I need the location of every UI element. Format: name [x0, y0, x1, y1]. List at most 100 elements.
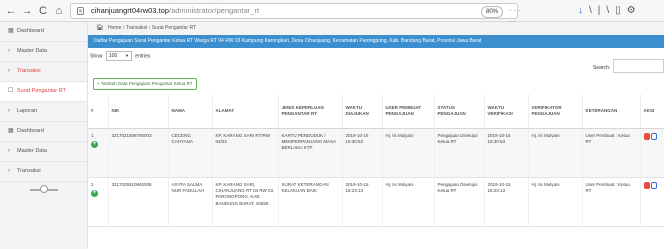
sidebar-item-label: Dashboard [17, 28, 44, 34]
column-header[interactable]: WAKTU DIAJUKAN [342, 94, 383, 129]
zoom-level[interactable]: 80% [481, 6, 504, 18]
print-icon[interactable] [650, 133, 657, 140]
row-number-cell: 1 + [88, 128, 109, 178]
url-domain: cihanjuangrt04rw03.top [91, 6, 169, 15]
sidebar-item-transaksi[interactable]: › Transaksi [0, 62, 87, 82]
user-cell: Hj. Iis Mulyani [382, 177, 435, 227]
breadcrumb-home[interactable]: Home [108, 25, 121, 31]
add-pengajuan-button[interactable]: + Tambah Data Pengajuan Pengantar Ketua … [93, 78, 197, 90]
waktu-cell: 2019-10-15 18:30:53 [342, 128, 383, 178]
sidebar-item-dashboard-2[interactable]: ▦ Dashboard [0, 122, 87, 142]
home-icon[interactable]: 🏠︎ [96, 25, 104, 31]
sidebar-item-laporan[interactable]: › Laporan [0, 102, 87, 122]
alamat-cell: KP. KARANG SARI, CIHANJUANG RT 04 RW 03,… [212, 177, 279, 227]
table-header-row: # NIK NAMA ALAMAT JENIS KEPERLUAN PENGAN… [88, 94, 664, 129]
sidebar-item-dashboard[interactable]: ▦ Dashboard [0, 22, 87, 42]
chevron-right-icon: › [8, 108, 10, 114]
dashboard-icon: ▦ [8, 28, 14, 34]
column-header[interactable]: VERIFIKATOR PENGAJUAN [528, 94, 583, 129]
back-arrow-icon[interactable]: ← [4, 4, 18, 18]
reload-icon[interactable]: C [36, 4, 50, 18]
column-header[interactable]: STATUS PENGAJUAN [434, 94, 485, 129]
chevron-right-icon: › [8, 168, 10, 174]
entries-select[interactable]: 100 ▼ [105, 51, 132, 61]
aksi-cell [640, 128, 664, 178]
column-header[interactable]: # [88, 94, 109, 129]
breadcrumb-separator: › [122, 25, 125, 31]
delete-icon[interactable] [643, 133, 650, 140]
breadcrumb-current: Surat Pengantar RT [151, 25, 197, 31]
aksi-cell [640, 177, 664, 227]
sidebar-item-surat-pengantar-rt[interactable]: ☐ Surat Pengantar RT [0, 82, 87, 102]
sidebar-item-label: Master Data [17, 48, 47, 54]
forward-arrow-icon[interactable]: → [20, 4, 34, 18]
breadcrumb: 🏠︎ Home › Transaksi › Surat Pengantar RT [88, 22, 664, 36]
sidebar-toggle-icon[interactable]: ▯ [615, 5, 627, 16]
url-text: cihanjuangrt04rw03.top/administrator/pen… [91, 4, 259, 18]
jenis-cell: KARTU PENDUDUK / MEMPERPANJANG MASA BERL… [278, 128, 343, 178]
search-input[interactable] [613, 59, 664, 73]
sidebar-item-label: Transaksi [17, 168, 41, 174]
sidebar-collapse-toggle[interactable] [0, 182, 87, 198]
url-path: /administrator/pengantar_rt [168, 6, 260, 15]
row-number-cell: 2 + [88, 177, 109, 227]
jenis-cell: SURAT KETERANGAN KELAKUAN BAIK [278, 177, 343, 227]
sidebar-item-label: Surat Pengantar RT [17, 88, 66, 94]
expand-row-icon[interactable]: + [91, 190, 98, 198]
keterangan-cell: User Pembuat : Ketua RT [582, 128, 641, 178]
chevron-right-icon: › [8, 68, 10, 74]
home-icon[interactable]: ⌂ [52, 4, 66, 18]
sidebar-item-master-data-2[interactable]: › Master Data [0, 142, 87, 162]
download-icon[interactable]: ↓ [578, 5, 589, 16]
browser-right-icons: ↓\|\▯⚙ [578, 4, 642, 18]
extension-icon[interactable]: ⚙ [627, 5, 642, 16]
print-icon[interactable] [650, 182, 657, 189]
sidebar-item-label: Dashboard [17, 128, 44, 134]
sidebar: ▦ Dashboard › Master Data › Transaksi ☐ Sura… [0, 22, 88, 249]
table-row: 2 + 3217025510840008 ASYFA SALMA NUR FADI… [88, 177, 664, 227]
entries-label: entries [135, 53, 151, 60]
chevron-down-icon: ▼ [124, 53, 129, 58]
column-header[interactable]: NAMA [168, 94, 213, 129]
status-cell: Pengajuan Disetujui Ketua RT [434, 128, 485, 178]
sidebar-item-transaksi-2[interactable]: › Transaksi [0, 162, 87, 182]
column-header[interactable]: KETERANGAN [582, 94, 641, 129]
browser-toolbar: ← → C ⌂ cihanjuangrt04rw03.top/administr… [0, 0, 664, 43]
page-info-icon[interactable] [77, 7, 84, 15]
search-label: Search: [593, 65, 611, 71]
breadcrumb-separator: › [148, 25, 151, 31]
expand-row-icon[interactable]: + [91, 141, 98, 149]
nik-cell: 3217025510840008 [108, 177, 169, 227]
user-cell: Hj. Iis Mulyani [382, 128, 435, 178]
column-header[interactable]: JENIS KEPERLUAN PENGANTAR RT [278, 94, 343, 129]
sidebar-item-label: Transaksi [17, 68, 41, 74]
sidebar-item-master-data[interactable]: › Master Data [0, 42, 87, 62]
verifikator-cell: Hj. Iis Mulyani [528, 128, 583, 178]
nik-cell: 3217021508790003 [108, 128, 169, 178]
library-icon[interactable]: \|\ [589, 5, 615, 16]
waktu-verifikasi-cell: 2019-10-15 18:23:13 [484, 177, 529, 227]
page-title: Daftar Pengajuan Surat Pengantar Ketua R… [88, 35, 664, 48]
entries-select-value: 100 [108, 53, 118, 59]
column-header[interactable]: AKSI [640, 94, 664, 129]
nama-cell: CECENG CAHYANA [168, 128, 213, 178]
nama-cell: ASYFA SALMA NUR FADILLAH [168, 177, 213, 227]
column-header[interactable]: WAKTU VERIFIKASI [484, 94, 529, 129]
toggle-knob-icon[interactable] [40, 185, 48, 193]
table-row: 1 + 3217021508790003 CECENG CAHYANA KP. K… [88, 128, 664, 178]
column-header[interactable]: ALAMAT [212, 94, 279, 129]
column-header[interactable]: NIK [108, 94, 169, 129]
dashboard-icon: ▦ [8, 128, 14, 134]
document-icon: ☐ [8, 88, 14, 94]
delete-icon[interactable] [643, 182, 650, 189]
show-label: Show [90, 53, 103, 60]
address-bar[interactable]: cihanjuangrt04rw03.top/administrator/pen… [70, 3, 521, 43]
column-header[interactable]: USER PEMBUAT PENGAJUAN [382, 94, 435, 129]
chevron-right-icon: › [8, 48, 10, 54]
sidebar-item-label: Laporan [17, 108, 38, 114]
verifikator-cell: Hj. Iis Mulyani [528, 177, 583, 227]
alamat-cell: KP. KARANG SARI RT/RW 04/03 [212, 128, 279, 178]
waktu-cell: 2019-10-15 18:23:13 [342, 177, 383, 227]
main-content: 🏠︎ Home › Transaksi › Surat Pengantar RT… [88, 22, 664, 249]
breadcrumb-transaksi[interactable]: Transaksi [126, 25, 148, 31]
